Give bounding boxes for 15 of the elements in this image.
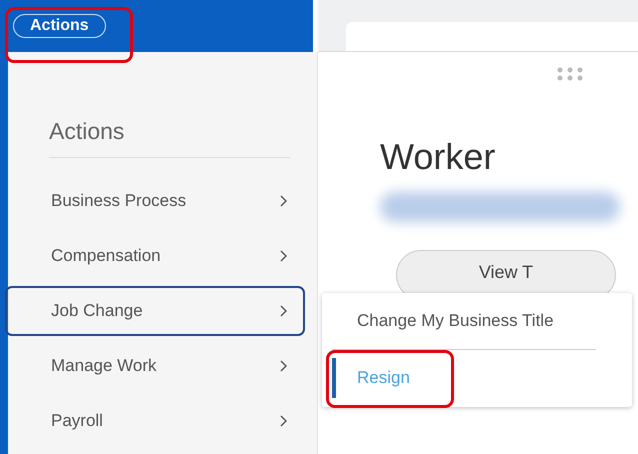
- chevron-right-icon: [279, 360, 287, 372]
- menu-item[interactable]: Job Change: [5, 286, 305, 336]
- grid-dots-icon[interactable]: [556, 66, 584, 82]
- chevron-right-icon: [279, 250, 287, 262]
- menu-item[interactable]: Manage Work: [5, 341, 305, 391]
- actions-button[interactable]: Actions: [13, 14, 106, 38]
- menu-item[interactable]: Business Process: [5, 176, 305, 226]
- worker-title: Worker: [380, 136, 496, 178]
- chevron-right-icon: [279, 415, 287, 427]
- submenu-item[interactable]: Change My Business Title: [332, 293, 596, 350]
- menu-title: Actions: [49, 118, 290, 158]
- chevron-right-icon: [279, 195, 287, 207]
- menu-item[interactable]: Compensation: [5, 231, 305, 281]
- menu-item[interactable]: Payroll: [5, 396, 305, 446]
- chevron-right-icon: [279, 305, 287, 317]
